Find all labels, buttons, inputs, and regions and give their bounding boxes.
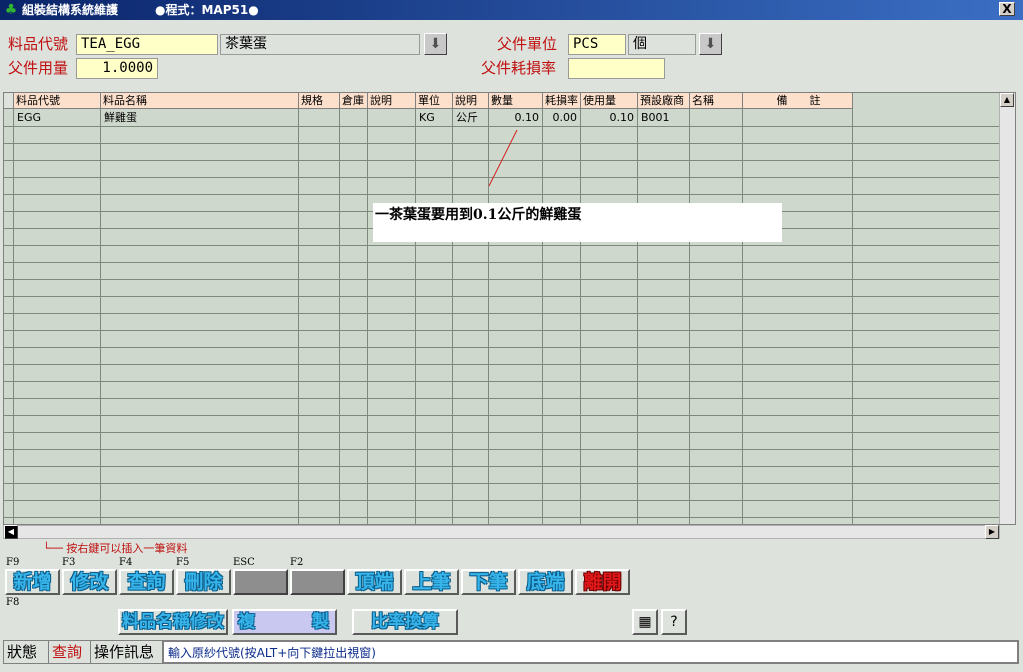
cell-unit[interactable]: KG bbox=[416, 109, 453, 126]
rename-button[interactable]: 料品名稱修改 bbox=[118, 609, 228, 635]
col-wh-desc[interactable]: 說明 bbox=[368, 93, 416, 109]
status-bar: 狀態 查詢 操作訊息 輸入原紗代號(按ALT+向下鍵拉出視窗) bbox=[3, 640, 1019, 664]
copy-button[interactable]: 複 製 bbox=[232, 609, 337, 635]
cell-item-code[interactable]: EGG bbox=[14, 109, 101, 126]
top-button[interactable]: 頂端 bbox=[347, 569, 402, 595]
unit-dropdown-button[interactable]: ⬇ bbox=[699, 33, 722, 55]
grid-hscrollbar[interactable]: ◀ ▶ bbox=[3, 525, 1000, 539]
arrow-down-icon: ⬇ bbox=[429, 36, 442, 52]
arrow-down-icon: ⬇ bbox=[704, 36, 717, 52]
col-vendor[interactable]: 預設廠商 bbox=[638, 93, 690, 109]
edit-button[interactable]: 修改 bbox=[62, 569, 117, 595]
cell-usage[interactable]: 0.10 bbox=[581, 109, 638, 126]
exit-button[interactable]: 離開 bbox=[575, 569, 630, 595]
status-mode: 查詢 bbox=[49, 641, 91, 663]
col-unit-desc[interactable]: 說明 bbox=[453, 93, 489, 109]
col-qty[interactable]: 數量 bbox=[489, 93, 543, 109]
query-button[interactable]: 查詢 bbox=[119, 569, 174, 595]
scroll-left-button[interactable]: ◀ bbox=[4, 525, 18, 539]
key-edit: F3 bbox=[62, 557, 76, 568]
key-delete: F5 bbox=[176, 557, 190, 568]
cell-item-name[interactable]: 鮮雞蛋 bbox=[101, 109, 299, 126]
col-unit[interactable]: 單位 bbox=[416, 93, 453, 109]
parent-unit-field[interactable]: PCS bbox=[568, 34, 626, 55]
col-spec[interactable]: 規格 bbox=[299, 93, 340, 109]
parent-unit-label: 父件單位 bbox=[497, 35, 558, 53]
annotation-pointer bbox=[488, 130, 518, 187]
right-click-hint: └── 按右鍵可以插入一筆資料 bbox=[43, 542, 188, 555]
cell-qty[interactable]: 0.10 bbox=[489, 109, 543, 126]
col-warehouse[interactable]: 倉庫 bbox=[340, 93, 368, 109]
item-code-label: 料品代號 bbox=[8, 35, 69, 53]
app-icon: ♣ bbox=[4, 2, 18, 18]
key-query: F4 bbox=[119, 557, 133, 568]
program-label: ●程式：MAP51● bbox=[155, 3, 259, 17]
col-item-code[interactable]: 料品代號 bbox=[14, 93, 101, 109]
cell-unit-desc[interactable]: 公斤 bbox=[453, 109, 489, 126]
ratio-convert-button[interactable]: 比率換算 bbox=[352, 609, 458, 635]
parent-qty-field[interactable]: 1.0000 bbox=[76, 58, 158, 79]
key-f8: F8 bbox=[6, 597, 20, 608]
copy-label-b: 製 bbox=[312, 612, 329, 632]
status-label: 狀態 bbox=[4, 641, 49, 663]
key-add: F9 bbox=[6, 557, 20, 568]
status-message: 輸入原紗代號(按ALT+向下鍵拉出視窗) bbox=[163, 641, 1018, 663]
add-button[interactable]: 新增 bbox=[5, 569, 60, 595]
key-f2: F2 bbox=[290, 557, 304, 568]
f2-button[interactable] bbox=[290, 569, 345, 595]
title-bar: ♣ 組裝結構系統維護 ●程式：MAP51● X bbox=[0, 0, 1023, 20]
col-item-name[interactable]: 料品名稱 bbox=[101, 93, 299, 109]
close-button[interactable]: X bbox=[999, 2, 1015, 16]
prev-button[interactable]: 上筆 bbox=[404, 569, 459, 595]
grid-view-button[interactable]: ▦ bbox=[632, 609, 658, 635]
next-button[interactable]: 下筆 bbox=[461, 569, 516, 595]
table-icon: ▦ bbox=[638, 614, 652, 630]
status-msg-label: 操作訊息 bbox=[91, 641, 163, 663]
window-title: 組裝結構系統維護 bbox=[22, 3, 119, 17]
help-icon: ? bbox=[670, 614, 678, 630]
parent-loss-field[interactable] bbox=[568, 58, 665, 79]
item-name-field: 茶葉蛋 bbox=[220, 34, 420, 55]
delete-button[interactable]: 刪除 bbox=[176, 569, 231, 595]
parent-loss-label: 父件耗損率 bbox=[481, 59, 557, 77]
key-esc: ESC bbox=[233, 557, 255, 568]
scroll-up-button[interactable]: ▲ bbox=[1000, 93, 1014, 107]
grid-vscrollbar[interactable]: ▲ bbox=[999, 93, 1015, 524]
annotation-note: 一茶葉蛋要用到0.1公斤的鮮雞蛋 bbox=[373, 203, 782, 242]
cell-vendor[interactable]: B001 bbox=[638, 109, 690, 126]
item-code-field[interactable]: TEA_EGG bbox=[76, 34, 218, 55]
scroll-right-button[interactable]: ▶ bbox=[985, 525, 999, 539]
parent-unit-name-field: 個 bbox=[628, 34, 696, 55]
row-header-corner bbox=[4, 93, 14, 109]
item-dropdown-button[interactable]: ⬇ bbox=[424, 33, 447, 55]
col-usage[interactable]: 使用量 bbox=[581, 93, 638, 109]
col-remarks[interactable]: 備 註 bbox=[743, 93, 853, 109]
help-button[interactable]: ? bbox=[661, 609, 687, 635]
col-vendor-name[interactable]: 名稱 bbox=[690, 93, 743, 109]
bottom-button[interactable]: 底端 bbox=[518, 569, 573, 595]
cell-loss-rate[interactable]: 0.00 bbox=[543, 109, 581, 126]
copy-label-a: 複 bbox=[238, 612, 255, 632]
col-loss-rate[interactable]: 耗損率 bbox=[543, 93, 581, 109]
esc-button[interactable] bbox=[233, 569, 288, 595]
parent-qty-label: 父件用量 bbox=[8, 59, 69, 77]
